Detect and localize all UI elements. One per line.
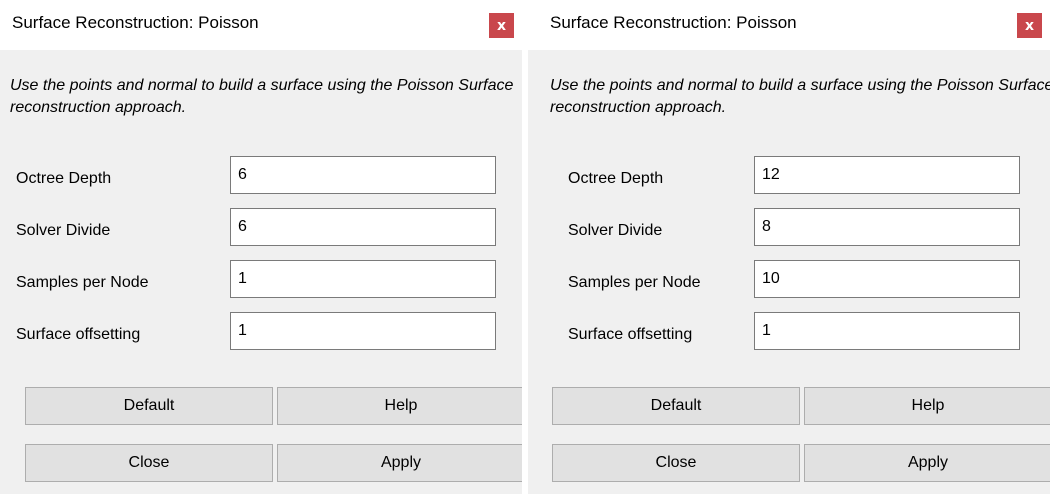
close-window-button[interactable]: x: [1017, 13, 1042, 38]
samples-per-node-input[interactable]: [230, 260, 496, 298]
dialog-description: Use the points and normal to build a sur…: [550, 77, 1050, 116]
default-button[interactable]: Default: [25, 387, 273, 425]
octree-depth-input[interactable]: [754, 156, 1020, 194]
surface-offsetting-input[interactable]: [754, 312, 1020, 350]
dialog-title: Surface Reconstruction: Poisson: [12, 13, 259, 32]
help-button[interactable]: Help: [804, 387, 1050, 425]
solver-divide-label: Solver Divide: [16, 222, 111, 239]
poisson-dialog-left: Surface Reconstruction: Poisson x Use th…: [0, 0, 525, 494]
octree-depth-label: Octree Depth: [568, 170, 664, 187]
samples-per-node-input[interactable]: [754, 260, 1020, 298]
help-button[interactable]: Help: [277, 387, 525, 425]
solver-divide-input[interactable]: [754, 208, 1020, 246]
title-bar: Surface Reconstruction: Poisson x: [0, 0, 522, 50]
title-bar: Surface Reconstruction: Poisson x: [528, 0, 1050, 50]
octree-depth-label: Octree Depth: [16, 170, 112, 187]
octree-depth-input[interactable]: [230, 156, 496, 194]
apply-button[interactable]: Apply: [277, 444, 525, 482]
dialog-title: Surface Reconstruction: Poisson: [550, 13, 797, 32]
surface-offsetting-input[interactable]: [230, 312, 496, 350]
samples-per-node-label: Samples per Node: [16, 274, 149, 291]
default-button[interactable]: Default: [552, 387, 800, 425]
close-icon: x: [1024, 17, 1035, 34]
dialog-description: Use the points and normal to build a sur…: [10, 77, 514, 116]
close-button[interactable]: Close: [25, 444, 273, 482]
surface-offsetting-label: Surface offsetting: [568, 326, 693, 343]
close-button[interactable]: Close: [552, 444, 800, 482]
apply-button[interactable]: Apply: [804, 444, 1050, 482]
close-icon: x: [496, 17, 507, 34]
solver-divide-input[interactable]: [230, 208, 496, 246]
poisson-dialog-right: Surface Reconstruction: Poisson x Use th…: [528, 0, 1050, 494]
solver-divide-label: Solver Divide: [568, 222, 663, 239]
surface-offsetting-label: Surface offsetting: [16, 326, 141, 343]
samples-per-node-label: Samples per Node: [568, 274, 701, 291]
close-window-button[interactable]: x: [489, 13, 514, 38]
